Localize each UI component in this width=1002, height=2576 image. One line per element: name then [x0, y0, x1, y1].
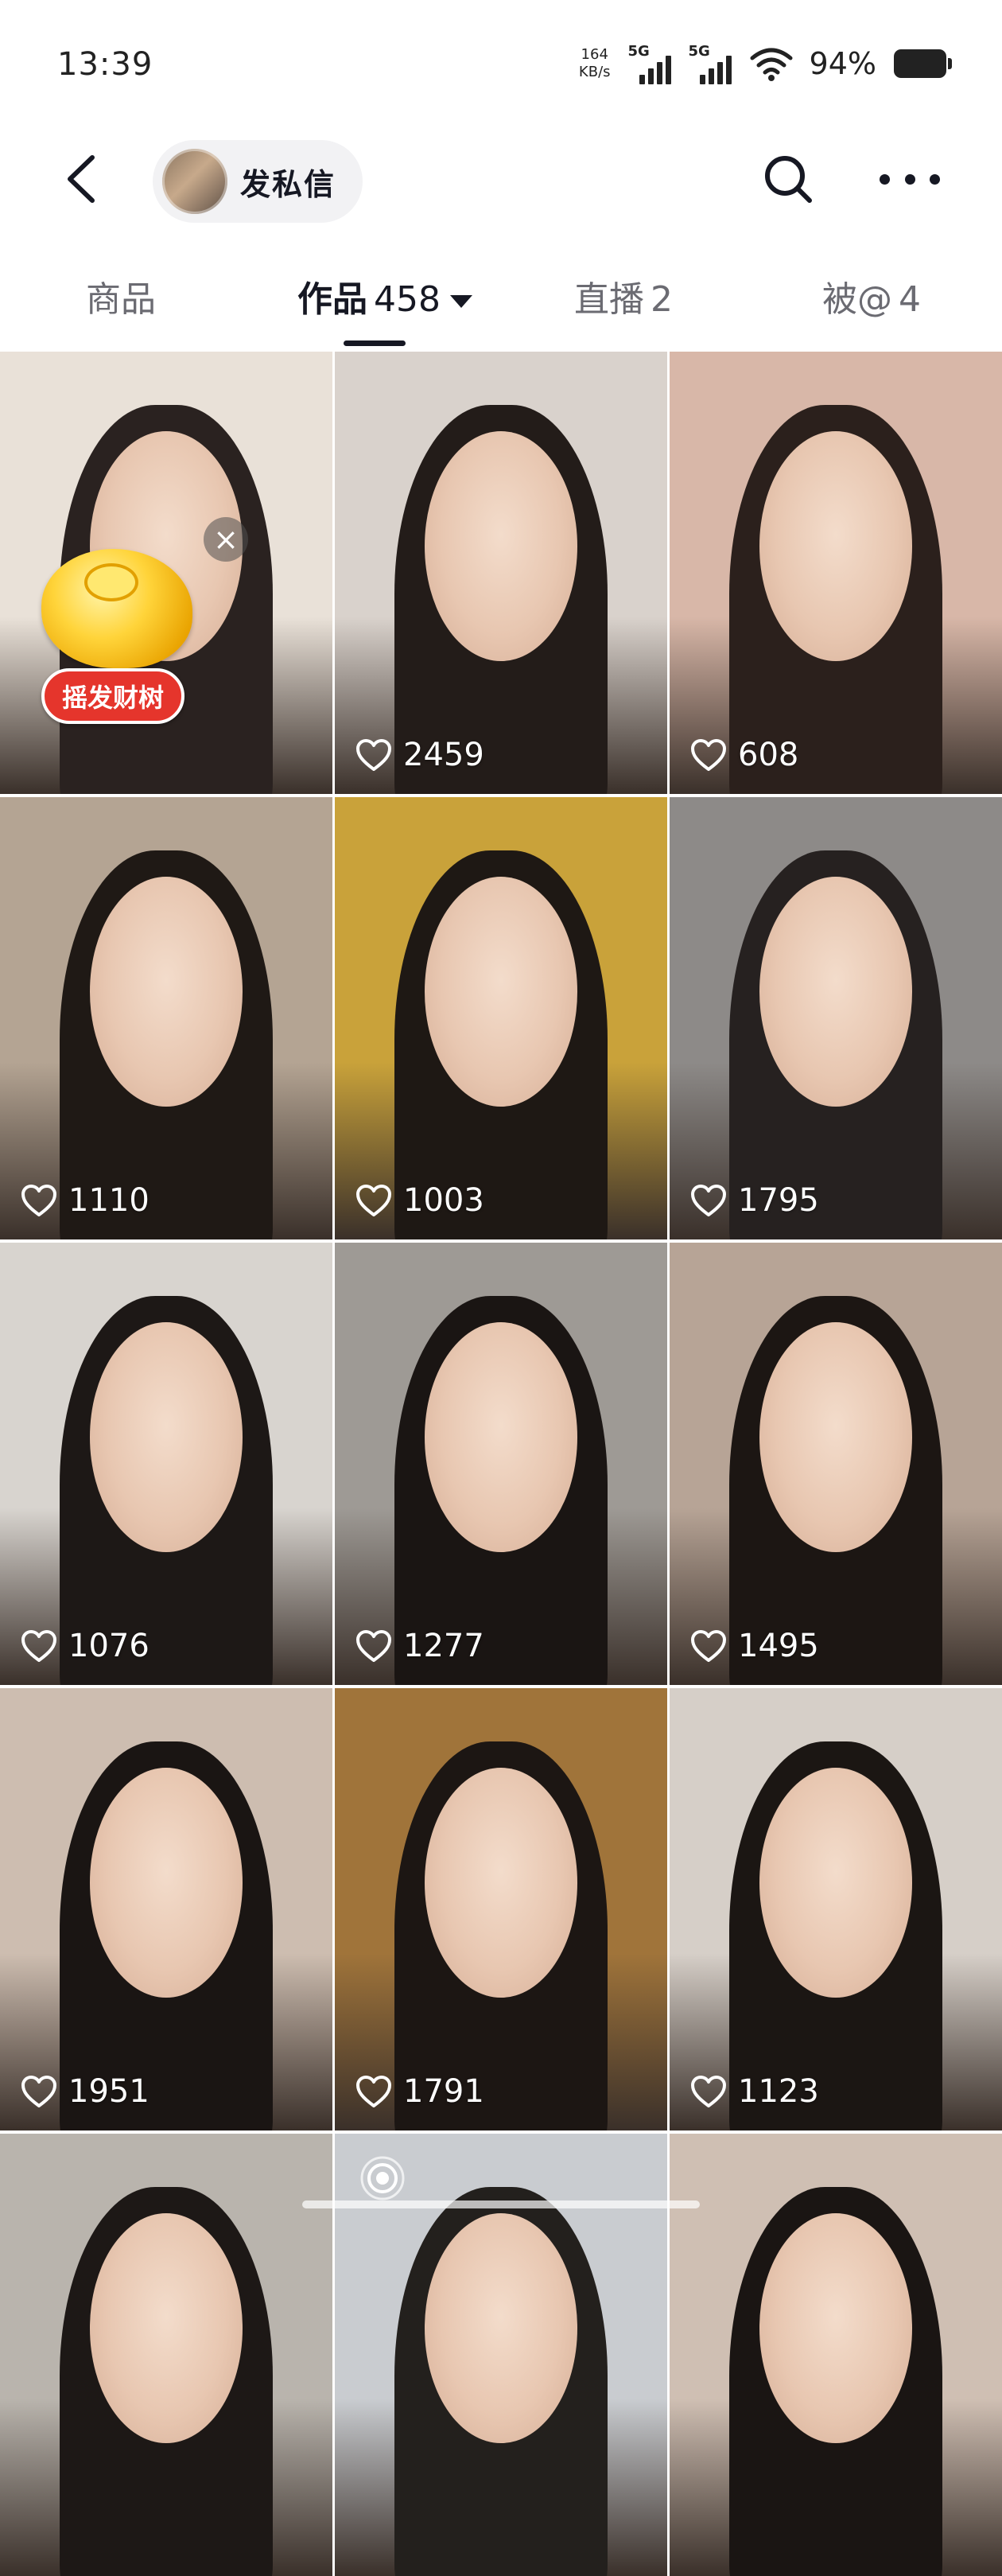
- heart-icon: [690, 1184, 727, 1217]
- video-preview-image: [335, 1688, 667, 2130]
- tab-products[interactable]: 商品: [86, 270, 156, 321]
- video-thumbnail[interactable]: 608: [670, 352, 1002, 794]
- tab-live[interactable]: 直播 2: [574, 270, 673, 321]
- tab-mentions-count: 4: [899, 279, 921, 320]
- video-thumbnail[interactable]: 1795: [670, 797, 1002, 1239]
- status-bar: 13:39 164 KB/s 5G 5G 94%: [0, 0, 1002, 135]
- like-count-value: 1795: [738, 1182, 819, 1219]
- like-count: 1495: [690, 1628, 819, 1664]
- video-thumbnail[interactable]: 2459: [335, 352, 667, 794]
- heart-icon: [355, 1629, 392, 1663]
- video-thumbnail[interactable]: 1003: [335, 797, 667, 1239]
- tab-products-label: 商品: [86, 279, 156, 320]
- heart-icon: [355, 1184, 392, 1217]
- tab-live-count: 2: [651, 279, 673, 320]
- avatar: [162, 149, 227, 214]
- heart-icon: [690, 738, 727, 772]
- live-radar-icon: [359, 2154, 406, 2202]
- like-count-value: 608: [738, 737, 799, 773]
- status-icons: 164 KB/s 5G 5G 94%: [579, 40, 952, 88]
- like-count: 1110: [21, 1182, 150, 1219]
- tab-mentions-label: 被@: [822, 279, 892, 320]
- video-preview-image: [670, 352, 1002, 794]
- video-preview-image: [670, 2134, 1002, 2576]
- network-speed-value: 164: [581, 46, 608, 63]
- send-message-button[interactable]: 发私信: [153, 140, 363, 223]
- tab-indicator: [344, 340, 406, 346]
- video-thumbnail[interactable]: 1110: [0, 797, 332, 1239]
- heart-icon: [21, 1184, 57, 1217]
- tab-works-label: 作品: [297, 279, 367, 320]
- like-count-value: 1123: [738, 2073, 819, 2110]
- video-thumbnail[interactable]: 1791: [335, 1688, 667, 2130]
- heart-icon: [355, 738, 392, 772]
- battery-icon: [894, 49, 952, 78]
- like-count-value: 2459: [403, 737, 484, 773]
- heart-icon: [355, 2075, 392, 2108]
- like-count-value: 1951: [68, 2073, 150, 2110]
- tab-works-count: 458: [374, 279, 441, 320]
- like-count: 1076: [21, 1628, 150, 1664]
- like-count-value: 1110: [68, 1182, 150, 1219]
- video-preview-image: [0, 1243, 332, 1685]
- like-count: 608: [690, 737, 798, 773]
- like-count: 1795: [690, 1182, 819, 1219]
- video-preview-image: [335, 1243, 667, 1685]
- video-preview-image: [0, 797, 332, 1239]
- heart-icon: [21, 1629, 57, 1663]
- like-count-value: 1791: [403, 2073, 484, 2110]
- like-count: 1791: [355, 2073, 484, 2110]
- more-horizontal-icon[interactable]: [880, 159, 940, 199]
- video-preview-image: [335, 352, 667, 794]
- video-thumbnail[interactable]: 1495: [670, 1243, 1002, 1685]
- video-thumbnail[interactable]: 1277: [335, 1243, 667, 1685]
- like-count-value: 1076: [68, 1628, 150, 1664]
- network-speed: 164 KB/s: [579, 46, 611, 81]
- video-preview-image: [670, 797, 1002, 1239]
- promo-label[interactable]: 摇发财树: [41, 668, 185, 724]
- battery-percent: 94%: [809, 46, 876, 81]
- like-count-value: 1495: [738, 1628, 819, 1664]
- video-thumbnail[interactable]: 1076: [0, 1243, 332, 1685]
- like-count-value: 1277: [403, 1628, 484, 1664]
- caret-down-icon[interactable]: [449, 295, 472, 308]
- tab-works[interactable]: 作品 458: [297, 270, 472, 321]
- like-count-value: 1003: [403, 1182, 484, 1219]
- like-count: 2459: [355, 737, 484, 773]
- signal-5g-icon: 5G: [689, 43, 738, 84]
- profile-header: 发私信: [0, 135, 1002, 223]
- heart-icon: [21, 2075, 57, 2108]
- video-thumbnail[interactable]: 1123: [670, 1688, 1002, 2130]
- video-preview-image: [670, 1243, 1002, 1685]
- search-icon[interactable]: [762, 153, 814, 205]
- like-count: 1951: [21, 2073, 150, 2110]
- video-thumbnail[interactable]: 1951: [0, 1688, 332, 2130]
- chevron-left-icon[interactable]: [56, 151, 111, 207]
- video-preview-image: [335, 797, 667, 1239]
- send-message-label: 发私信: [240, 166, 336, 202]
- video-preview-image: [670, 1688, 1002, 2130]
- like-count: 1123: [690, 2073, 819, 2110]
- like-count: 1003: [355, 1182, 484, 1219]
- signal-5g-icon: 5G: [628, 43, 678, 84]
- status-time: 13:39: [57, 46, 153, 83]
- profile-tabs: 商品 作品 458 直播 2 被@ 4: [0, 255, 1002, 350]
- heart-icon: [690, 2075, 727, 2108]
- video-thumbnail[interactable]: [670, 2134, 1002, 2576]
- wifi-icon: [750, 48, 793, 81]
- video-preview-image: [0, 1688, 332, 2130]
- tab-mentions[interactable]: 被@ 4: [822, 270, 921, 321]
- heart-icon: [690, 1629, 727, 1663]
- network-speed-unit: KB/s: [578, 64, 611, 80]
- tab-live-label: 直播: [574, 279, 644, 320]
- like-count: 1277: [355, 1628, 484, 1664]
- promo-widget[interactable]: 摇发财树: [33, 549, 216, 724]
- home-indicator: [302, 2200, 700, 2208]
- gold-ingot-icon: [41, 549, 192, 668]
- video-preview-image: [0, 2134, 332, 2576]
- video-thumbnail[interactable]: [0, 2134, 332, 2576]
